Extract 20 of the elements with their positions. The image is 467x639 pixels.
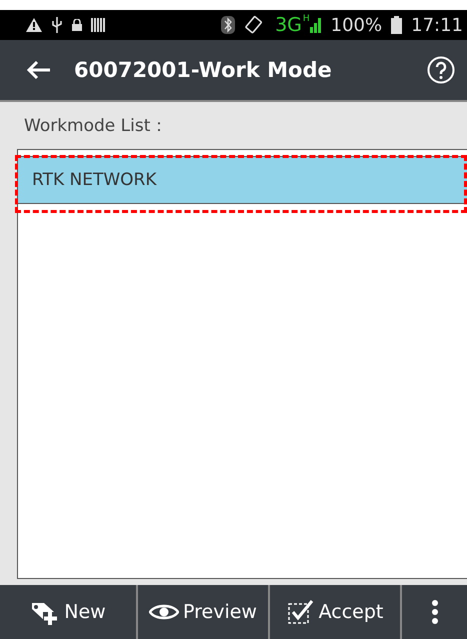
rotate-icon — [244, 15, 264, 35]
usb-icon — [51, 17, 63, 33]
list-item[interactable]: RTK NETWORK — [18, 156, 467, 204]
more-icon — [430, 599, 438, 625]
back-button[interactable] — [26, 60, 52, 80]
battery-icon — [391, 16, 402, 34]
checkbox-icon — [286, 599, 315, 625]
eye-icon — [149, 603, 180, 621]
window-title: 60072001-Work Mode — [74, 58, 332, 82]
clock-time: 17:11 — [411, 14, 463, 36]
bluetooth-icon — [221, 16, 236, 34]
network-type: 3G — [275, 14, 302, 36]
lock-icon — [72, 19, 82, 31]
list-label: Workmode List： — [23, 115, 168, 138]
signal-icon — [310, 17, 322, 33]
help-button[interactable] — [427, 56, 455, 84]
battery-percent: 100% — [330, 14, 382, 36]
warning-icon — [26, 18, 42, 32]
barcode-icon — [91, 18, 105, 32]
network-sub-type: H — [302, 14, 310, 24]
